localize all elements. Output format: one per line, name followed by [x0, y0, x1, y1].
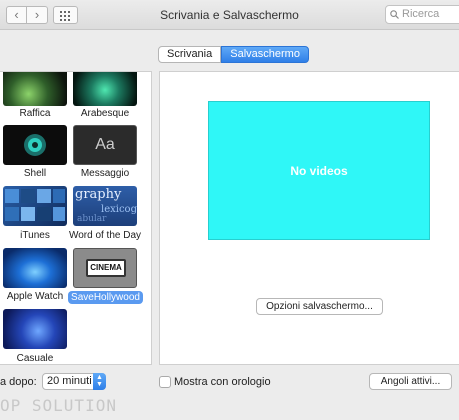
cinema-ticket-icon: CINEMA	[86, 259, 126, 277]
album-grid-icon	[5, 189, 65, 221]
arabesque-thumbnail[interactable]	[73, 72, 137, 106]
start-after-value: 20 minuti	[47, 375, 92, 387]
screensaver-preview: No videos	[208, 101, 430, 240]
search-icon	[390, 10, 399, 19]
messaggio-sample-text: Aa	[95, 136, 115, 153]
cinema-thumbnail[interactable]: CINEMA	[73, 248, 137, 288]
search-field[interactable]: Ricerca	[385, 5, 459, 24]
saver-label-savehollywood: SaveHollywood	[68, 291, 143, 304]
preview-message: No videos	[290, 164, 348, 178]
title-bar: ‹ › Scrivania e Salvaschermo Ricerca	[0, 0, 459, 30]
hot-corners-button[interactable]: Angoli attivi...	[369, 373, 452, 390]
shell-icon	[24, 134, 46, 156]
screensaver-list[interactable]: Raffica Arabesque Shell Aa Messaggio iTu…	[0, 71, 152, 365]
itunes-thumbnail[interactable]	[3, 186, 67, 226]
saver-label-messaggio: Messaggio	[80, 168, 130, 179]
search-placeholder: Ricerca	[402, 8, 440, 20]
saver-label-word-of-the-day: Word of the Day	[68, 230, 142, 241]
tab-bar: Scrivania Salvaschermo	[158, 46, 309, 63]
casuale-thumbnail[interactable]	[3, 309, 67, 349]
preview-panel: No videos Opzioni salvaschermo...	[159, 71, 459, 365]
word-sample-1: graphy	[75, 187, 122, 202]
watermark: OP SOLUTION	[0, 396, 117, 415]
tab-scrivania[interactable]: Scrivania	[158, 46, 222, 63]
saver-label-arabesque: Arabesque	[80, 108, 130, 119]
word-of-the-day-thumbnail[interactable]: graphy lexicog abular	[73, 186, 137, 226]
bottom-bar: a dopo: 20 minuti ▲ ▼ Mostra con orologio…	[0, 371, 459, 393]
messaggio-thumbnail[interactable]: Aa	[73, 125, 137, 165]
show-clock-label: Mostra con orologio	[174, 376, 271, 388]
shell-thumbnail[interactable]	[3, 125, 67, 165]
screensaver-options-button[interactable]: Opzioni salvaschermo...	[256, 298, 383, 315]
apple-watch-thumbnail[interactable]	[3, 248, 67, 288]
tab-salvaschermo[interactable]: Salvaschermo	[221, 46, 309, 63]
stepper-arrows-icon: ▲ ▼	[93, 373, 106, 390]
word-sample-3: abular	[77, 214, 107, 224]
start-after-label: a dopo:	[0, 376, 37, 388]
raffica-thumbnail[interactable]	[3, 72, 67, 106]
show-clock-checkbox[interactable]	[159, 376, 171, 388]
saver-label-casuale: Casuale	[16, 353, 54, 364]
start-after-select[interactable]: 20 minuti ▲ ▼	[42, 373, 106, 390]
